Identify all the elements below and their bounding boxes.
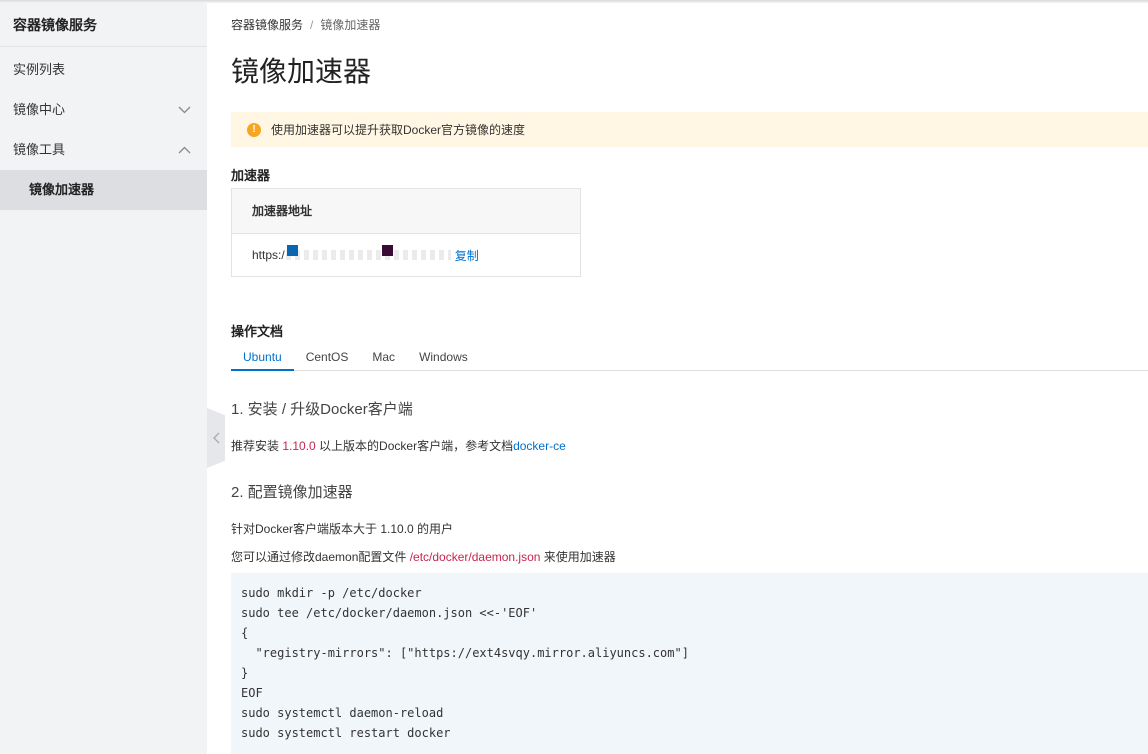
daemon-file-path: /etc/docker/daemon.json: [409, 550, 541, 564]
chevron-down-icon: [178, 90, 191, 130]
chevron-up-icon: [178, 130, 191, 170]
step2-line1: 针对Docker客户端版本大于 1.10.0 的用户: [231, 522, 454, 536]
code-line: sudo systemctl daemon-reload: [241, 706, 444, 720]
code-line: {: [241, 626, 249, 640]
breadcrumb: 容器镜像服务 / 镜像加速器: [231, 16, 380, 33]
docs-section-title: 操作文档: [231, 324, 284, 339]
step2-text-a: 您可以通过修改daemon配置文件: [231, 550, 410, 564]
page-title: 镜像加速器: [231, 56, 372, 87]
code-line: }: [241, 666, 249, 680]
redaction-mark: [382, 245, 393, 256]
code-line: sudo tee /etc/docker/daemon.json <<-'EOF…: [241, 606, 538, 620]
copy-link[interactable]: 复制: [455, 247, 479, 264]
step2-text-b: 来使用加速器: [540, 550, 616, 564]
chevron-left-icon: [212, 432, 219, 444]
accelerator-url-prefix: https:/: [252, 248, 285, 262]
os-tabs: Ubuntu CentOS Mac Windows: [231, 344, 1148, 371]
code-line: EOF: [241, 686, 263, 700]
code-line: sudo systemctl restart docker: [241, 726, 451, 740]
step1-title: 1. 安装 / 升级Docker客户端: [231, 401, 413, 418]
breadcrumb-current: 镜像加速器: [320, 18, 381, 32]
code-line: sudo mkdir -p /etc/docker: [241, 586, 422, 600]
sidebar-item-instances[interactable]: 实例列表: [0, 50, 207, 90]
step2-title: 2. 配置镜像加速器: [231, 484, 353, 501]
sidebar-item-image-center[interactable]: 镜像中心: [0, 90, 207, 130]
redacted-url: [285, 250, 451, 260]
step1-text: 推荐安装 1.10.0 以上版本的Docker客户端，参考文档docker-ce: [231, 437, 566, 454]
step1-text-b: 以上版本的Docker客户端，参考文档: [315, 439, 514, 453]
sidebar-item-accelerator[interactable]: 镜像加速器: [0, 170, 207, 210]
tab-ubuntu[interactable]: Ubuntu: [231, 344, 294, 371]
sidebar-item-label: 镜像加速器: [29, 182, 95, 197]
sidebar: 容器镜像服务 实例列表 镜像中心 镜像工具 镜像加速器: [0, 3, 207, 754]
notice-banner: ! 使用加速器可以提升获取Docker官方镜像的速度: [231, 112, 1148, 147]
accelerator-table: 加速器地址 https:/ 复制: [231, 188, 581, 277]
step2-line2: 您可以通过修改daemon配置文件 /etc/docker/daemon.jso…: [231, 548, 616, 565]
notice-text: 使用加速器可以提升获取Docker官方镜像的速度: [271, 123, 526, 137]
tab-windows[interactable]: Windows: [407, 344, 480, 371]
sidebar-item-label: 实例列表: [13, 62, 66, 77]
tab-centos[interactable]: CentOS: [294, 344, 361, 371]
sidebar-title: 容器镜像服务: [0, 3, 207, 47]
breadcrumb-root[interactable]: 容器镜像服务: [231, 18, 303, 32]
docker-ce-link[interactable]: docker-ce: [513, 439, 566, 453]
table-row: https:/ 复制: [232, 234, 580, 276]
table-header: 加速器地址: [232, 189, 580, 234]
code-block[interactable]: sudo mkdir -p /etc/docker sudo tee /etc/…: [231, 573, 1148, 754]
sidebar-item-image-tools[interactable]: 镜像工具: [0, 130, 207, 170]
breadcrumb-separator: /: [310, 18, 314, 32]
step1-version: 1.10.0: [282, 439, 316, 453]
sidebar-item-label: 镜像中心: [13, 102, 66, 117]
code-line: "registry-mirrors": ["https://ext4svqy.m…: [241, 646, 689, 660]
redaction-mark: [287, 245, 298, 256]
tab-mac[interactable]: Mac: [360, 344, 407, 371]
sidebar-item-label: 镜像工具: [13, 142, 66, 157]
sidebar-collapse-handle[interactable]: [207, 408, 225, 468]
warning-icon: !: [247, 122, 261, 137]
accelerator-section-title: 加速器: [231, 168, 271, 183]
step1-text-a: 推荐安装: [231, 439, 283, 453]
